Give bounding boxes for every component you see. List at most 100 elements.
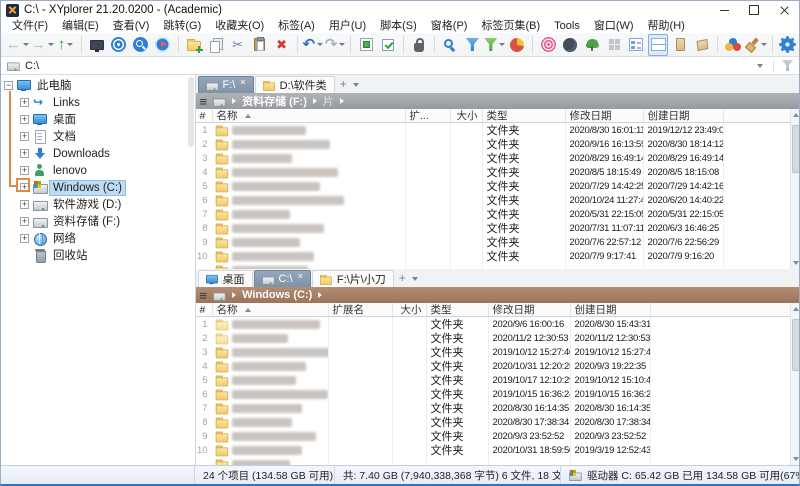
crumb-segment[interactable]: 资料存储 (F:) <box>242 93 307 109</box>
scrollbar-thumb[interactable] <box>792 319 800 371</box>
tree-toggle-button[interactable] <box>356 34 376 56</box>
menu-item[interactable]: 窗口(W) <box>587 19 641 33</box>
tab-active[interactable]: F:\× <box>198 76 254 93</box>
file-row[interactable]: 9文件夹2020/9/3 23:52:522020/9/3 23:52:52 <box>196 429 800 443</box>
target-button[interactable] <box>109 34 129 56</box>
column-header[interactable]: 大小 <box>451 109 483 122</box>
new-tab-button[interactable]: + <box>336 77 351 91</box>
file-row[interactable]: 2文件夹2020/9/16 16:13:592020/8/30 18:14:12 <box>196 137 800 151</box>
column-header[interactable]: 扩... <box>406 109 451 122</box>
column-header[interactable]: 类型 <box>483 109 566 122</box>
dropdown-caret-icon[interactable] <box>48 43 54 46</box>
tab-list-dropdown-icon[interactable] <box>353 83 359 87</box>
tag-button[interactable] <box>692 34 712 56</box>
column-header[interactable]: # <box>196 303 213 316</box>
preview-panel-button[interactable] <box>670 34 690 56</box>
dropdown-caret-icon[interactable] <box>23 43 29 46</box>
minimize-button[interactable] <box>709 1 739 19</box>
tree-item[interactable]: +软件游戏 (D:) <box>1 196 195 213</box>
file-row[interactable]: 8文件夹2020/7/31 11:07:112020/6/3 16:46:25 <box>196 221 800 235</box>
column-header[interactable]: # <box>196 109 213 122</box>
color-filter-button[interactable] <box>723 34 743 56</box>
file-row[interactable]: 2文件夹2020/11/2 12:30:532020/11/2 12:30:53 <box>196 331 800 345</box>
tab-close-icon[interactable]: × <box>298 271 303 281</box>
column-header[interactable]: 名称 <box>213 303 329 316</box>
file-row[interactable]: 6文件夹2020/10/24 11:27:472020/6/20 14:40:2… <box>196 193 800 207</box>
dropdown-caret-icon[interactable] <box>317 43 323 46</box>
tree-expander[interactable]: + <box>20 98 29 107</box>
file-row[interactable] <box>196 457 800 465</box>
menu-item[interactable]: 编辑(E) <box>55 19 106 33</box>
style-brush-button[interactable] <box>745 34 767 56</box>
menu-item[interactable]: 帮助(H) <box>641 19 692 33</box>
dropdown-caret-icon[interactable] <box>67 43 73 46</box>
menu-item[interactable]: 脚本(S) <box>373 19 424 33</box>
tree-item[interactable]: +lenovo <box>1 162 195 179</box>
column-header[interactable]: 类型 <box>427 303 489 316</box>
crumb-segment[interactable]: 片 <box>323 93 334 109</box>
menu-item[interactable]: 用户(U) <box>322 19 373 33</box>
scroll-down-icon[interactable] <box>791 257 800 269</box>
file-row[interactable]: 5文件夹2020/7/29 14:42:252020/7/29 14:42:16 <box>196 179 800 193</box>
close-button[interactable] <box>769 1 799 19</box>
scroll-up-icon[interactable] <box>791 109 800 121</box>
mini-filter-icon[interactable] <box>782 60 793 71</box>
tree-expander[interactable]: − <box>4 81 13 90</box>
file-row[interactable]: 1文件夹2020/9/6 16:00:162020/8/30 15:43:31 <box>196 317 800 331</box>
new-tab-button[interactable]: + <box>395 271 410 285</box>
dark-mode-button[interactable] <box>560 34 580 56</box>
menu-item[interactable]: 文件(F) <box>5 19 55 33</box>
column-header[interactable]: 名称 <box>213 109 406 122</box>
redo-button[interactable]: ↷ <box>325 34 345 56</box>
pane-scrollbar[interactable] <box>790 109 800 269</box>
undo-button[interactable]: ↶ <box>303 34 323 56</box>
menu-item[interactable]: 标签页集(B) <box>474 19 547 33</box>
menu-item[interactable]: 窗格(P) <box>424 19 475 33</box>
tab-item[interactable]: 桌面 <box>198 270 253 287</box>
file-row[interactable]: 5文件夹2019/10/17 12:10:292019/10/12 15:10:… <box>196 373 800 387</box>
scroll-up-icon[interactable] <box>791 303 800 315</box>
tree-expander[interactable]: + <box>20 166 29 175</box>
crumb-segment[interactable]: Windows (C:) <box>242 289 312 301</box>
column-header[interactable]: 扩展名 <box>329 303 393 316</box>
menu-item[interactable]: Tools <box>547 19 587 33</box>
file-row[interactable]: 6文件夹2019/10/15 16:36:242019/10/15 16:36:… <box>196 387 800 401</box>
weight-button[interactable] <box>409 34 429 56</box>
tree-item[interactable]: +资料存储 (F:) <box>1 213 195 230</box>
tree-item[interactable]: +网络 <box>1 230 195 247</box>
file-row[interactable]: 4文件夹2020/8/5 18:15:492020/8/5 18:15:08 <box>196 165 800 179</box>
search-circle-button[interactable] <box>131 34 151 56</box>
crumb-menu-icon[interactable] <box>200 288 208 303</box>
folder-tree-button[interactable] <box>582 34 602 56</box>
tree-item[interactable]: +文档 <box>1 128 195 145</box>
address-input[interactable]: C:\ <box>25 60 757 72</box>
scroll-down-icon[interactable] <box>791 453 800 465</box>
up-button[interactable]: ↑ <box>56 34 76 56</box>
details-view-button[interactable] <box>626 34 646 56</box>
file-row[interactable]: 1文件夹2020/8/30 16:01:112019/12/12 23:49:0… <box>196 123 800 137</box>
tree-item[interactable]: −此电脑 <box>1 77 195 94</box>
file-row[interactable]: 7文件夹2020/8/30 16:14:352020/8/30 16:14:35 <box>196 401 800 415</box>
crumb-menu-icon[interactable] <box>200 94 208 109</box>
go-button[interactable] <box>153 34 173 56</box>
back-button[interactable]: ← <box>6 34 29 56</box>
tree-expander[interactable]: + <box>20 200 29 209</box>
file-row[interactable]: 10文件夹2020/10/31 18:59:502019/3/19 12:52:… <box>196 443 800 457</box>
computer-button[interactable] <box>87 34 107 56</box>
tab-item[interactable]: F:\片\小刀 <box>312 270 394 287</box>
dropdown-caret-icon[interactable] <box>761 43 767 46</box>
tree-item[interactable]: +桌面 <box>1 111 195 128</box>
tree-expander[interactable]: + <box>20 115 29 124</box>
dropdown-caret-icon[interactable] <box>499 43 505 46</box>
visual-filter-button[interactable] <box>484 34 505 56</box>
column-header[interactable]: 创建日期 <box>644 109 724 122</box>
tree-expander[interactable]: + <box>20 234 29 243</box>
find-files-button[interactable] <box>440 34 460 56</box>
menu-item[interactable]: 跳转(G) <box>156 19 208 33</box>
column-header[interactable]: 大小 <box>393 303 427 316</box>
tab-close-icon[interactable]: × <box>240 77 245 87</box>
file-row[interactable]: 3文件夹2020/8/29 16:49:142020/8/29 16:49:14 <box>196 151 800 165</box>
menu-item[interactable]: 收藏夹(O) <box>208 19 271 33</box>
settings-button[interactable] <box>778 34 798 56</box>
new-folder-button[interactable] <box>184 34 204 56</box>
